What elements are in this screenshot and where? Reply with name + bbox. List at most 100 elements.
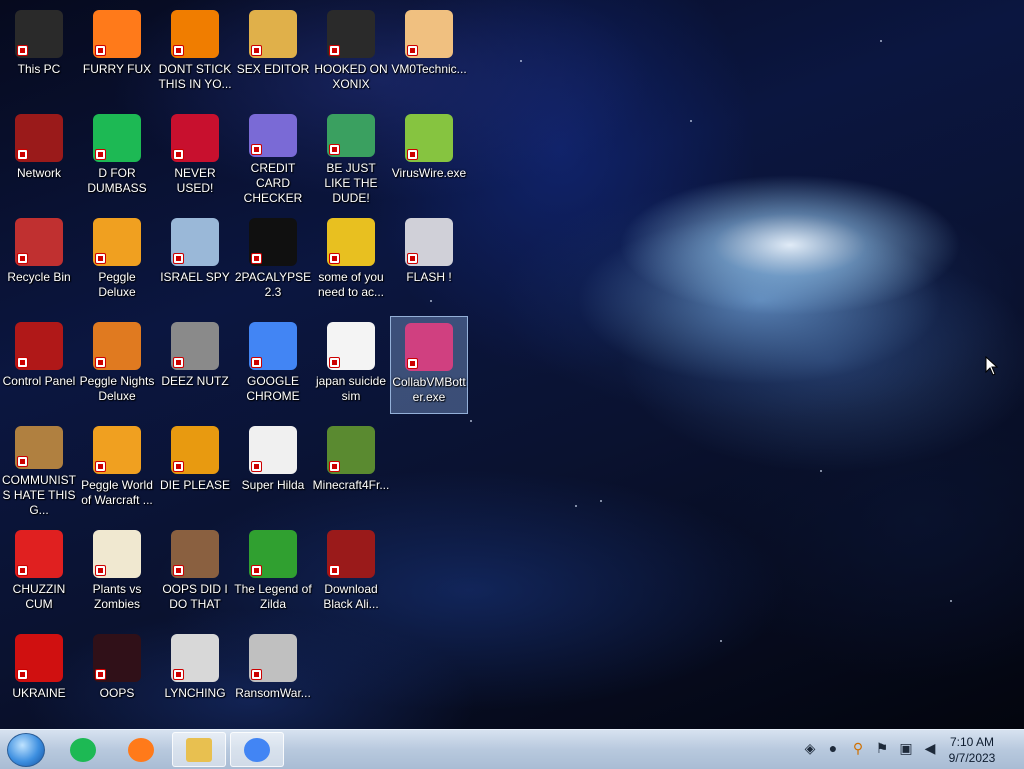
desktop-icon[interactable]: DONT STICK THIS IN YO...	[156, 4, 234, 102]
desktop-icon[interactable]: COMMUNISTS HATE THIS G...	[0, 420, 78, 518]
shortcut-overlay-icon	[251, 565, 262, 576]
desktop-icon-label: This PC	[17, 62, 61, 76]
de-app-icon	[171, 426, 219, 474]
desktop-icon-label: OOPS DID I DO THAT	[162, 582, 228, 611]
desktop-icon[interactable]: OOPS	[78, 628, 156, 726]
network-icon[interactable]: ▣	[898, 740, 914, 756]
desktop-icon[interactable]: Network	[0, 108, 78, 206]
desktop-icon[interactable]: RansomWar...	[234, 628, 312, 726]
dev-cpp-icon	[171, 114, 219, 162]
desktop-icon[interactable]: This PC	[0, 4, 78, 102]
star	[950, 600, 952, 602]
desktop-icon-label: Control Panel	[2, 374, 76, 388]
desktop-icon[interactable]: SEX EDITOR	[234, 4, 312, 102]
desktop-icon[interactable]: VM0Technic...	[390, 4, 468, 102]
desktop-icon[interactable]: ISRAEL SPY	[156, 212, 234, 310]
desktop-icon[interactable]: Super Hilda	[234, 420, 312, 518]
desktop-icon[interactable]: BE JUST LIKE THE DUDE!	[312, 108, 390, 206]
desktop-icon[interactable]: CHUZZIN CUM	[0, 524, 78, 622]
desktop-icon[interactable]: Peggle Deluxe	[78, 212, 156, 310]
shortcut-overlay-icon	[329, 461, 340, 472]
desktop-icon-label: NEVER USED!	[174, 166, 216, 195]
shortcut-overlay-icon	[251, 461, 262, 472]
network-orb-icon	[15, 114, 63, 162]
desktop-icon[interactable]: FLASH !	[390, 212, 468, 310]
clock[interactable]: 7:10 AM 9/7/2023	[942, 734, 1002, 766]
desktop-icon-label: Peggle Nights Deluxe	[79, 374, 155, 403]
desktop-icon[interactable]: CollabVMBotter.exe	[390, 316, 468, 414]
water-drop-icon[interactable]: ●	[825, 740, 841, 756]
taskbar-button-file-explorer[interactable]	[172, 732, 226, 767]
desktop-icon[interactable]: VirusWire.exe	[390, 108, 468, 206]
desktop-icon[interactable]: GOOGLE CHROME	[234, 316, 312, 414]
flag-icon[interactable]: ⚑	[874, 740, 890, 756]
desktop-icon[interactable]: Minecraft4Fr...	[312, 420, 390, 518]
taskbar-button-chat-app[interactable]	[56, 732, 110, 767]
firefox-icon	[128, 737, 154, 762]
speaker-icon[interactable]: ◀	[922, 740, 938, 756]
desktop-icon[interactable]: Download Black Ali...	[312, 524, 390, 622]
shortcut-overlay-icon	[173, 565, 184, 576]
desktop-icon[interactable]: DEEZ NUTZ	[156, 316, 234, 414]
clock-date: 9/7/2023	[948, 751, 996, 765]
desktop-icon-label: FURRY FUX	[82, 62, 152, 76]
shortcut-overlay-icon	[95, 565, 106, 576]
shortcut-overlay-icon	[173, 253, 184, 264]
taskbar-button-chrome[interactable]	[230, 732, 284, 767]
desktop-icon-label: Download Black Ali...	[323, 582, 379, 611]
desktop-icon[interactable]: CREDIT CARD CHECKER	[234, 108, 312, 206]
desktop-icon[interactable]: japan suicide sim	[312, 316, 390, 414]
shortcut-overlay-icon	[251, 669, 262, 680]
control-panel-icon	[15, 322, 63, 370]
desktop-icon[interactable]: FURRY FUX	[78, 4, 156, 102]
desktop-icon[interactable]: DIE PLEASE	[156, 420, 234, 518]
recycle-bin-icon	[15, 218, 63, 266]
security-shield-icon[interactable]: ◈	[802, 740, 818, 756]
desktop-icon-label: Minecraft4Fr...	[312, 478, 390, 492]
desktop-icon-label: VM0Technic...	[391, 62, 467, 76]
desktop-icon[interactable]: LYNCHING	[156, 628, 234, 726]
taskbar: ◈ ● ⚲ ⚑ ▣ ◀ 7:10 AM 9/7/2023	[0, 729, 1024, 769]
santa-elf-icon	[327, 114, 375, 157]
traffic-cone-icon	[171, 10, 219, 58]
desktop-icon[interactable]: Control Panel	[0, 316, 78, 414]
desktop-icon[interactable]: Plants vs Zombies	[78, 524, 156, 622]
star	[575, 505, 577, 507]
desktop-icon[interactable]: Peggle Nights Deluxe	[78, 316, 156, 414]
desktop-icon[interactable]: some of you need to ac...	[312, 212, 390, 310]
chrome-icon	[249, 322, 297, 370]
desktop-icon[interactable]: NEVER USED!	[156, 108, 234, 206]
desktop-icon-label: Plants vs Zombies	[92, 582, 142, 611]
star	[600, 500, 602, 502]
desktop-icon[interactable]: UKRAINE	[0, 628, 78, 726]
taskbar-button-firefox[interactable]	[114, 732, 168, 767]
shortcut-overlay-icon	[95, 357, 106, 368]
desktop-icon[interactable]: Peggle World of Warcraft ...	[78, 420, 156, 518]
desktop-icon-label: OOPS	[99, 686, 135, 700]
peggle-wow-icon	[93, 426, 141, 474]
shortcut-overlay-icon	[173, 669, 184, 680]
desktop-icon[interactable]: Recycle Bin	[0, 212, 78, 310]
desktop-icon[interactable]: HOOKED ON XONIX	[312, 4, 390, 102]
desktop-icon-label: Network	[16, 166, 61, 180]
desktop-icon-label: DIE PLEASE	[159, 478, 231, 492]
chuzzle-icon	[15, 530, 63, 578]
desktop-icon-label: HOOKED ON XONIX	[314, 62, 388, 91]
portrait-icon	[171, 530, 219, 578]
desktop-icon-label: LYNCHING	[164, 686, 226, 700]
desktop-icon[interactable]: 2PACALYPSE 2.3	[234, 212, 312, 310]
shortcut-overlay-icon	[407, 253, 418, 264]
desktop[interactable]: This PC FURRY FUX DONT STICK THIS IN YO...…	[0, 0, 1024, 729]
shortcut-overlay-icon	[17, 565, 28, 576]
shortcut-overlay-icon	[173, 45, 184, 56]
lime-icon	[405, 114, 453, 162]
search-key-icon[interactable]: ⚲	[850, 740, 866, 756]
start-orb-icon[interactable]	[7, 733, 45, 767]
chrome-icon	[244, 737, 270, 762]
grass-block-icon	[327, 426, 375, 474]
shortcut-overlay-icon	[251, 45, 262, 56]
firefox-icon	[93, 10, 141, 58]
desktop-icon[interactable]: The Legend of Zilda	[234, 524, 312, 622]
desktop-icon[interactable]: D FOR DUMBASS	[78, 108, 156, 206]
desktop-icon[interactable]: OOPS DID I DO THAT	[156, 524, 234, 622]
